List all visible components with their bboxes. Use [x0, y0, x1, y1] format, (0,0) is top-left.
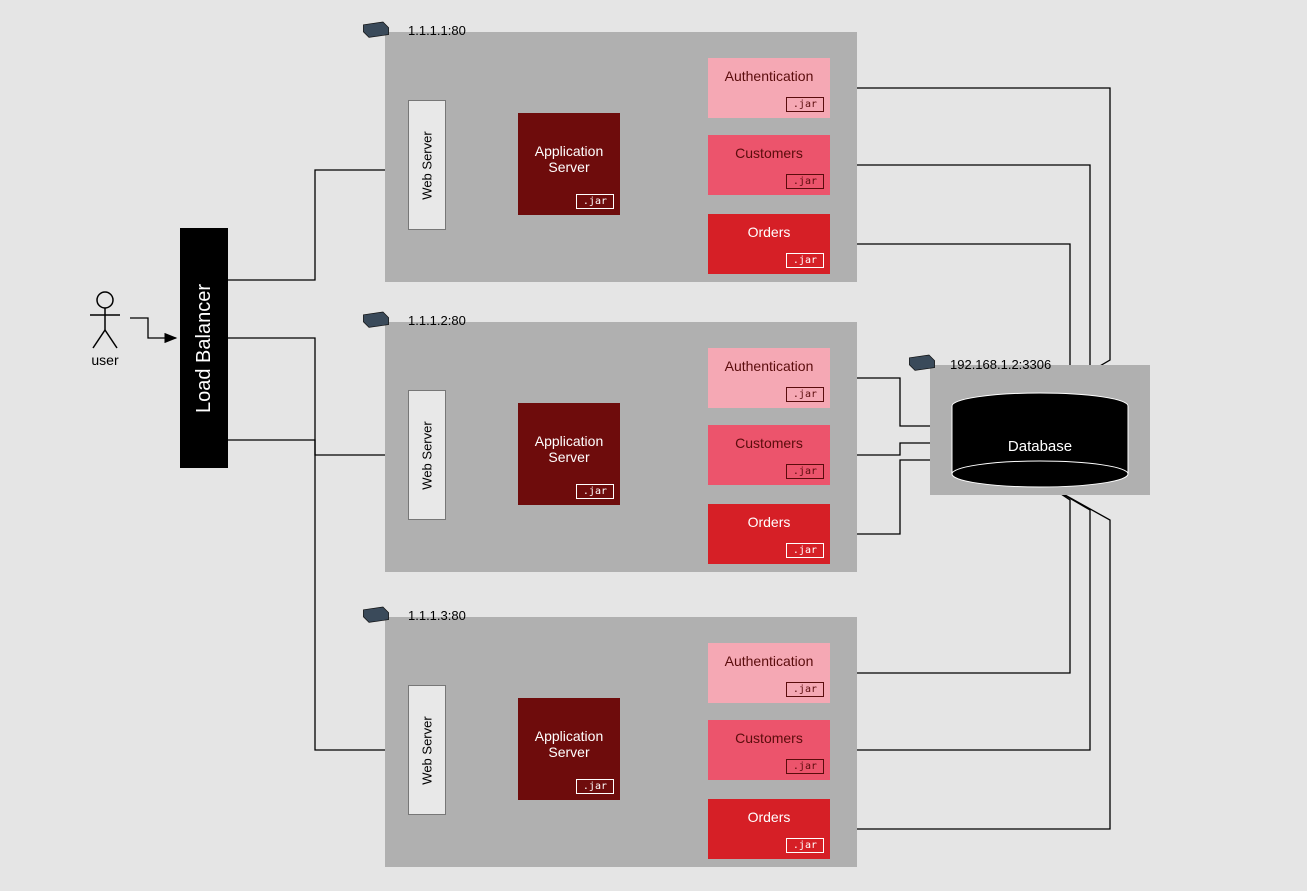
web-server-1: Web Server: [408, 100, 446, 230]
web-server-label: Web Server: [420, 421, 435, 489]
service-auth-2: Authentication .jar: [708, 348, 830, 408]
server-group-1-address: 1.1.1.1:80: [408, 23, 466, 38]
server-icon: [362, 310, 390, 328]
app-server-3: Application Server .jar: [518, 698, 620, 800]
jar-badge: .jar: [786, 97, 824, 112]
user-icon: [85, 290, 125, 350]
service-orders-3: Orders .jar: [708, 799, 830, 859]
jar-badge: .jar: [786, 464, 824, 479]
jar-badge: .jar: [786, 759, 824, 774]
web-server-label: Web Server: [420, 716, 435, 784]
app-server-1: Application Server .jar: [518, 113, 620, 215]
service-label: Orders: [708, 799, 830, 825]
jar-badge: .jar: [576, 484, 614, 499]
database-label: Database: [950, 438, 1130, 455]
user-label: user: [85, 352, 125, 368]
jar-badge: .jar: [786, 682, 824, 697]
jar-badge: .jar: [786, 543, 824, 558]
load-balancer-label: Load Balancer: [193, 284, 216, 413]
web-server-3: Web Server: [408, 685, 446, 815]
load-balancer: Load Balancer: [180, 228, 228, 468]
service-label: Customers: [708, 135, 830, 161]
app-server-2: Application Server .jar: [518, 403, 620, 505]
diagram-canvas: user Load Balancer: [0, 0, 1307, 891]
server-icon: [362, 20, 390, 38]
jar-badge: .jar: [576, 779, 614, 794]
service-label: Authentication: [708, 643, 830, 669]
jar-badge: .jar: [786, 838, 824, 853]
web-server-2: Web Server: [408, 390, 446, 520]
service-label: Orders: [708, 214, 830, 240]
app-server-label: Application Server: [518, 403, 620, 465]
service-label: Customers: [708, 720, 830, 746]
service-label: Orders: [708, 504, 830, 530]
service-label: Authentication: [708, 348, 830, 374]
jar-badge: .jar: [576, 194, 614, 209]
server-group-3-address: 1.1.1.3:80: [408, 608, 466, 623]
app-server-label: Application Server: [518, 698, 620, 760]
server-icon: [362, 605, 390, 623]
jar-badge: .jar: [786, 174, 824, 189]
service-customers-3: Customers .jar: [708, 720, 830, 780]
service-label: Authentication: [708, 58, 830, 84]
service-customers-1: Customers .jar: [708, 135, 830, 195]
app-server-label: Application Server: [518, 113, 620, 175]
service-auth-1: Authentication .jar: [708, 58, 830, 118]
database-address: 192.168.1.2:3306: [950, 357, 1051, 372]
server-icon: [908, 353, 936, 371]
service-label: Customers: [708, 425, 830, 451]
server-group-2-address: 1.1.1.2:80: [408, 313, 466, 328]
service-auth-3: Authentication .jar: [708, 643, 830, 703]
jar-badge: .jar: [786, 387, 824, 402]
service-orders-2: Orders .jar: [708, 504, 830, 564]
jar-badge: .jar: [786, 253, 824, 268]
service-orders-1: Orders .jar: [708, 214, 830, 274]
service-customers-2: Customers .jar: [708, 425, 830, 485]
web-server-label: Web Server: [420, 131, 435, 199]
